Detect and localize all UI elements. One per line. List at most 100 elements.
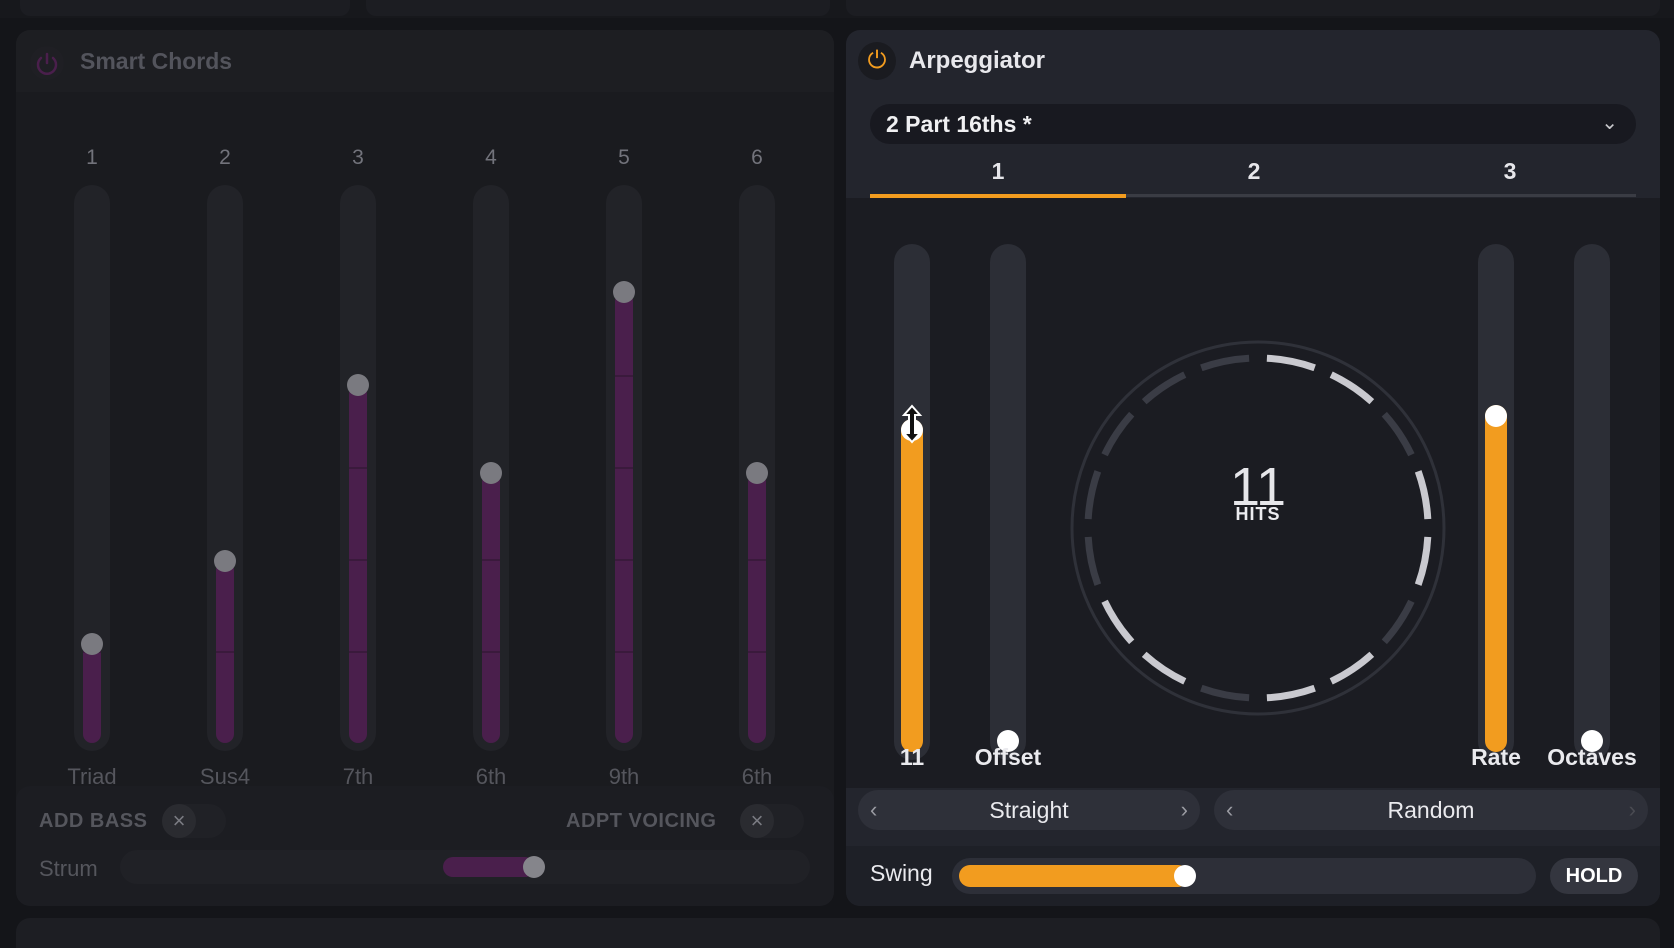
timing-selector[interactable]: Straight ‹ › <box>858 790 1200 830</box>
smart-chords-power-button[interactable] <box>30 46 64 80</box>
top-strip-segment <box>20 0 350 16</box>
chord-slot-fill <box>482 473 500 743</box>
hits-slider-fill <box>901 419 923 752</box>
rate-slider-knob[interactable] <box>1485 405 1507 427</box>
chevron-left-icon[interactable]: ‹ <box>870 797 877 823</box>
chord-slot-fill <box>748 473 766 743</box>
arpeggiator-title: Arpeggiator <box>909 47 1046 74</box>
rate-slider[interactable] <box>1478 244 1514 760</box>
add-bass-label: ADD BASS <box>39 810 148 832</box>
tab-3[interactable]: 3 <box>1382 158 1638 198</box>
offset-slider[interactable] <box>990 244 1026 760</box>
hits-step-segment[interactable] <box>1266 354 1316 372</box>
chord-slot-number: 3 <box>352 146 364 169</box>
top-strip <box>0 0 1674 18</box>
swing-slider-knob[interactable] <box>1174 865 1196 887</box>
swing-row: Swing HOLD <box>846 846 1660 906</box>
top-strip-segment <box>846 0 1660 16</box>
chevron-right-icon[interactable]: › <box>1629 797 1636 823</box>
chord-slot-tick <box>615 651 633 653</box>
chord-slot-fill <box>83 644 101 743</box>
hits-slider[interactable] <box>894 244 930 760</box>
octaves-slider[interactable] <box>1574 244 1610 760</box>
adpt-voicing-toggle[interactable]: × <box>740 804 804 838</box>
chevron-right-icon[interactable]: › <box>1181 797 1188 823</box>
add-bass-toggle[interactable]: × <box>162 804 226 838</box>
chord-slot-tick <box>482 651 500 653</box>
chord-slot-slider[interactable] <box>606 185 642 751</box>
chord-slot-tick <box>216 651 234 653</box>
hits-step-segment[interactable] <box>1329 371 1375 405</box>
chord-slot-knob[interactable] <box>480 462 502 484</box>
smart-chords-title: Smart Chords <box>80 48 233 74</box>
hits-ring[interactable] <box>1068 338 1448 718</box>
octaves-label: Octaves <box>1547 744 1637 770</box>
arpeggiator-panel: ⏻ Arpeggiator 2 Part 16ths * ⌄ 1 2 3 11 … <box>846 30 1660 906</box>
offset-label: Offset <box>974 744 1042 770</box>
chord-slot-knob[interactable] <box>613 281 635 303</box>
hits-ring-outline <box>1070 340 1446 716</box>
arpeggiator-power-button[interactable]: ⏻ <box>858 42 896 80</box>
hits-step-segment[interactable] <box>1101 599 1135 645</box>
strum-fill <box>443 857 535 877</box>
tab-2[interactable]: 2 <box>1126 158 1382 198</box>
resize-vertical-icon <box>901 404 923 444</box>
chord-slot-tick <box>349 651 367 653</box>
hits-label: HITS <box>1235 504 1281 524</box>
chord-slot-knob[interactable] <box>81 633 103 655</box>
hold-button[interactable]: HOLD <box>1550 858 1638 894</box>
chord-slot-tick <box>615 559 633 561</box>
power-icon: ⏻ <box>867 47 887 74</box>
chord-slot-tick <box>748 559 766 561</box>
chord-slot-tick <box>482 559 500 561</box>
hits-step-segment[interactable] <box>1141 651 1187 685</box>
hits-step-segment[interactable] <box>1329 651 1375 685</box>
swing-slider[interactable] <box>952 858 1536 894</box>
tab-1[interactable]: 1 <box>870 158 1126 198</box>
chord-slot-slider[interactable] <box>74 185 110 751</box>
timing-value: Straight <box>989 797 1069 823</box>
chevron-left-icon[interactable]: ‹ <box>1226 797 1233 823</box>
chord-slot-knob[interactable] <box>347 374 369 396</box>
chord-slot-knob[interactable] <box>746 462 768 484</box>
order-value: Random <box>1387 797 1475 823</box>
tab-underline <box>870 194 1636 198</box>
hits-step-segment[interactable] <box>1141 371 1187 405</box>
smart-chords-panel: Smart Chords 1 Triad 2 Sus4 3 7th 4 6th 5 9th 6 6th <box>16 30 834 906</box>
chord-slot-tick <box>349 467 367 469</box>
hits-step-segment[interactable] <box>1101 411 1135 457</box>
hits-step-segment[interactable] <box>1381 411 1415 457</box>
strum-knob[interactable] <box>523 856 545 878</box>
top-strip-segment <box>366 0 830 16</box>
hits-step-segment[interactable] <box>1414 536 1432 586</box>
power-icon <box>36 52 58 75</box>
hits-step-segment[interactable] <box>1200 684 1250 702</box>
chord-slot-fill <box>615 292 633 743</box>
hits-step-segment[interactable] <box>1381 599 1415 645</box>
rate-slider-fill <box>1485 405 1507 752</box>
chord-slot-fill <box>349 385 367 743</box>
adpt-voicing-label: ADPT VOICING <box>566 810 717 832</box>
preset-name: 2 Part 16ths * <box>886 111 1032 137</box>
chord-slot-slider[interactable] <box>340 185 376 751</box>
chord-slot-tick <box>615 467 633 469</box>
chord-slot-number: 6 <box>751 146 763 169</box>
hits-step-segment[interactable] <box>1266 684 1316 702</box>
order-selector[interactable]: Random ‹ › <box>1214 790 1648 830</box>
hits-value-label: 11 <box>899 744 925 770</box>
hits-step-segment[interactable] <box>1414 470 1432 520</box>
close-icon: × <box>740 804 774 838</box>
swing-slider-fill <box>959 865 1189 887</box>
smart-chords-options: ADD BASS × ADPT VOICING × Strum <box>16 786 834 906</box>
chord-slot-knob[interactable] <box>214 550 236 572</box>
chord-slot-number: 4 <box>485 146 497 169</box>
chord-slot-number: 1 <box>86 146 98 169</box>
chord-slot-slider[interactable] <box>207 185 243 751</box>
bottom-panel-edge <box>16 918 1660 948</box>
hits-step-segment[interactable] <box>1200 354 1250 372</box>
preset-dropdown[interactable]: 2 Part 16ths * ⌄ <box>870 104 1636 144</box>
chord-slot-tick <box>748 651 766 653</box>
hits-step-segment[interactable] <box>1084 536 1102 586</box>
strum-slider[interactable] <box>120 850 810 884</box>
hits-step-segment[interactable] <box>1084 470 1102 520</box>
